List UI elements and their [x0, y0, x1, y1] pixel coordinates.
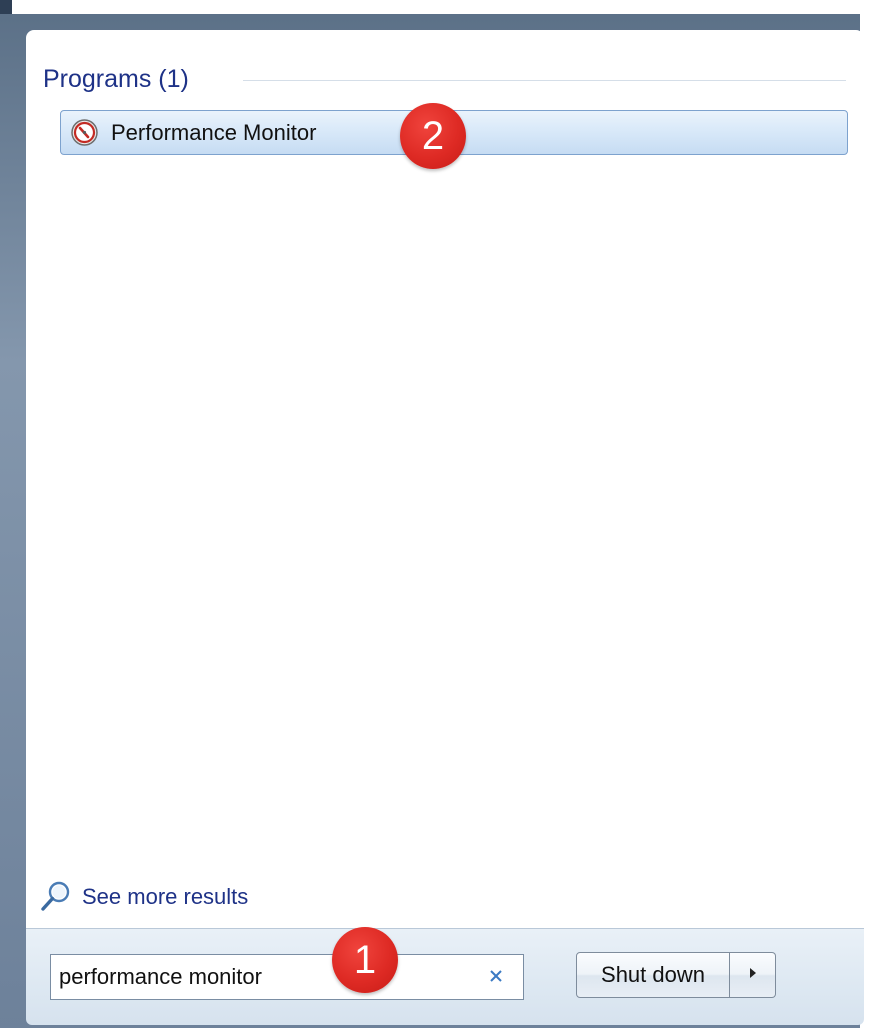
shutdown-button[interactable]: Shut down: [576, 952, 730, 998]
frame-top-edge: [0, 0, 870, 14]
search-box[interactable]: [50, 954, 524, 1000]
search-input[interactable]: [59, 963, 479, 991]
shutdown-options-button[interactable]: [730, 952, 776, 998]
see-more-results-label: See more results: [82, 884, 249, 909]
frame-bottom-edge: [0, 1028, 870, 1032]
frame-corner: [0, 0, 12, 14]
result-item-label: Performance Monitor: [111, 120, 317, 145]
programs-section-title: Programs (1): [43, 64, 189, 93]
see-more-results-link[interactable]: See more results: [38, 878, 248, 916]
callout-step-1: 1: [332, 927, 398, 993]
callout-step-2: 2: [400, 103, 466, 169]
clear-icon[interactable]: [485, 965, 507, 987]
section-divider: [243, 80, 846, 81]
performance-monitor-icon: [71, 119, 98, 146]
chevron-right-icon: [748, 966, 758, 984]
shutdown-group: Shut down: [576, 952, 776, 998]
search-icon: [38, 879, 74, 915]
programs-section-header: Programs (1): [43, 62, 189, 96]
